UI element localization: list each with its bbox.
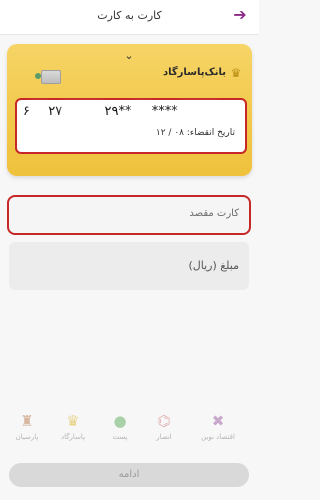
continue-button[interactable]: ادامه xyxy=(9,463,249,487)
bank-shortcuts: ✖ اقتصاد نوین ⌬ انصار ● پست ♛ پاسارگاد ♜… xyxy=(0,412,259,454)
card-number-part: **** xyxy=(151,104,178,119)
bank-shortcut-ansar[interactable]: ⌬ انصار xyxy=(143,412,185,452)
card-number-part: ۲۹** xyxy=(104,104,132,119)
bank-shortcut-label: پاسارگاد xyxy=(60,433,86,441)
card-expiry: تاریخ انقضاء: ۰۸ / ۱۲ xyxy=(156,128,235,138)
bank-shortcut-label: پست xyxy=(112,433,128,441)
bank-name: بانک‌پاسارگاد xyxy=(162,67,226,78)
eghtesad-novin-logo-icon: ✖ xyxy=(211,412,225,430)
bank-shortcut-eghtesad-novin[interactable]: ✖ اقتصاد نوین xyxy=(197,412,239,452)
amount-field[interactable]: مبلغ (ریال) xyxy=(9,242,249,290)
expiry-value: ۰۸ / ۱۲ xyxy=(155,128,184,138)
destination-card-placeholder: کارت مقصد xyxy=(189,208,239,219)
card-details: ۶ ۲۷ ۲۹** **** تاریخ انقضاء: ۰۸ / ۱۲ xyxy=(15,98,247,154)
amount-placeholder: مبلغ (ریال) xyxy=(188,259,239,272)
bank-shortcut-parsian[interactable]: ♜ پارسیان xyxy=(6,412,48,452)
card-number: ۶ ۲۷ ۲۹** **** xyxy=(23,104,239,126)
page-title: کارت به کارت xyxy=(97,9,162,22)
destination-card-field[interactable]: کارت مقصد xyxy=(7,195,251,235)
bank-shortcut-post[interactable]: ● پست xyxy=(99,412,141,452)
expiry-label: تاریخ انقضاء: xyxy=(186,128,235,138)
chevron-down-icon[interactable]: ⌄ xyxy=(122,50,136,61)
bank-shortcut-label: انصار xyxy=(156,433,172,441)
bank-logo-icon: ♛ xyxy=(230,66,242,80)
card-number-part: ۲۷ xyxy=(48,104,63,119)
ansar-logo-icon: ⌬ xyxy=(157,412,171,430)
back-arrow-icon[interactable]: ➔ xyxy=(231,6,249,24)
pasargad-logo-icon: ♛ xyxy=(66,412,80,430)
card-number-part: ۶ xyxy=(23,104,30,119)
bank-shortcut-pasargad[interactable]: ♛ پاسارگاد xyxy=(52,412,94,452)
source-card[interactable]: ♛ بانک‌پاسارگاد ۶ ۲۷ ۲۹** **** تاریخ انق… xyxy=(7,44,252,176)
bank-shortcut-label: اقتصاد نوین xyxy=(201,433,235,441)
top-bar: کارت به کارت ➔ xyxy=(0,0,259,35)
bank-shortcut-label: پارسیان xyxy=(15,433,39,441)
parsian-logo-icon: ♜ xyxy=(20,412,34,430)
post-bank-logo-icon: ● xyxy=(113,412,127,430)
card-chip-icon xyxy=(35,70,61,84)
